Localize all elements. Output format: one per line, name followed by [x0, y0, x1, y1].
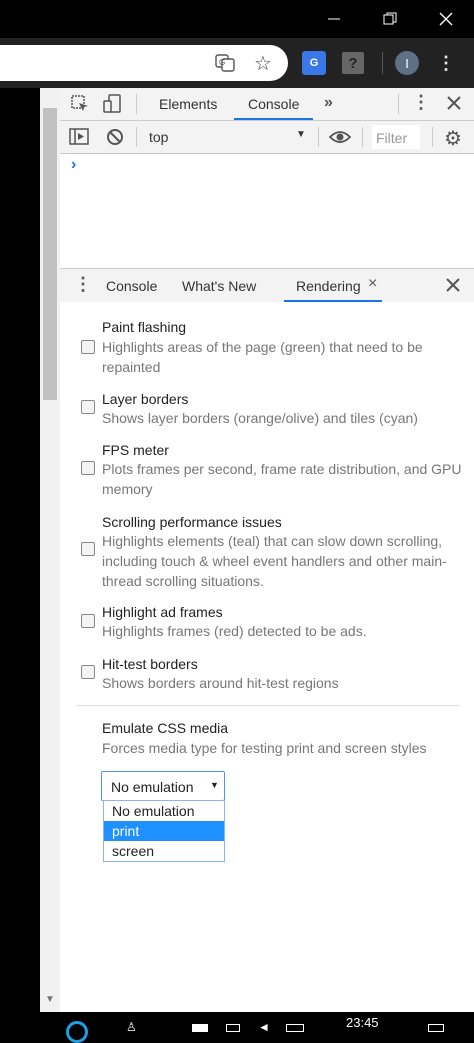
hit-test-borders-checkbox[interactable]: [81, 665, 95, 679]
drawer-tab-rendering[interactable]: Rendering ×: [284, 269, 382, 302]
option-title: Hit-test borders: [102, 656, 198, 672]
toolbar-divider: [318, 127, 319, 147]
console-prompt-icon: ›: [71, 156, 77, 173]
browser-menu-icon[interactable]: ⋮: [434, 51, 458, 75]
fps-meter-checkbox[interactable]: [81, 461, 95, 475]
option-description: Highlights areas of the page (green) tha…: [102, 339, 423, 375]
drawer-tab-console[interactable]: Console: [106, 278, 157, 294]
toolbar-divider: [432, 127, 433, 147]
devtools-menu-icon[interactable]: ⋮: [412, 92, 430, 113]
option-description: Shows layer borders (orange/olive) and t…: [102, 410, 418, 426]
option-title: Paint flashing: [102, 319, 187, 335]
windows-taskbar: ♙ ◄ 23:45: [0, 1012, 474, 1043]
scrollbar-thumb[interactable]: [43, 108, 57, 400]
devtools-tabbar: Elements Console » ⋮: [60, 88, 474, 121]
toolbar-divider: [382, 52, 383, 74]
show-sidebar-icon[interactable]: [69, 128, 89, 146]
drawer-tab-whats-new[interactable]: What's New: [182, 278, 256, 294]
layer-borders-checkbox[interactable]: [81, 400, 95, 414]
window-titlebar: [0, 0, 474, 38]
scroll-down-arrow-icon[interactable]: ▼: [43, 994, 57, 1008]
context-select-value: top: [149, 129, 169, 145]
emulate-media-dropdown: No emulation print screen: [103, 800, 225, 862]
more-tabs-icon[interactable]: »: [324, 94, 333, 112]
browser-taskbar-icon[interactable]: [66, 1021, 88, 1043]
option-title: FPS meter: [102, 442, 169, 458]
address-bar[interactable]: G ☆: [0, 45, 288, 81]
tabbar-divider: [136, 94, 137, 114]
inspect-element-icon[interactable]: [70, 94, 90, 114]
clear-console-icon[interactable]: [106, 128, 124, 146]
option-title: Highlight ad frames: [102, 604, 223, 620]
option-description: Shows borders around hit-test regions: [102, 675, 339, 691]
chevron-down-icon: ▼: [210, 780, 219, 790]
toolbar-divider: [136, 127, 137, 147]
option-title: Layer borders: [102, 391, 189, 407]
language-icon[interactable]: [286, 1024, 304, 1032]
device-toolbar-icon[interactable]: [102, 93, 124, 115]
tab-elements[interactable]: Elements: [159, 96, 217, 112]
console-toolbar: top ▼ Filter ⚙: [60, 121, 474, 154]
drawer-tab-rendering-label: Rendering: [296, 278, 361, 294]
dropdown-option-print[interactable]: print: [104, 821, 224, 841]
keyboard-icon[interactable]: [226, 1024, 240, 1032]
filter-placeholder: Filter: [376, 130, 408, 146]
help-extension-icon[interactable]: ?: [342, 52, 364, 74]
translate-extension-icon[interactable]: G: [302, 51, 326, 75]
bookmark-star-icon[interactable]: ☆: [250, 50, 276, 76]
scrolling-performance-checkbox[interactable]: [81, 542, 95, 556]
battery-icon[interactable]: [192, 1024, 208, 1032]
live-expression-eye-icon[interactable]: [328, 128, 352, 146]
close-drawer-icon[interactable]: [445, 277, 461, 293]
minimize-icon[interactable]: [306, 0, 362, 38]
drawer-menu-icon[interactable]: ⋮: [74, 274, 92, 295]
console-settings-gear-icon[interactable]: ⚙: [444, 126, 462, 151]
svg-text:G: G: [219, 58, 225, 67]
tab-console[interactable]: Console: [234, 88, 314, 120]
option-description: Highlights elements (teal) that can slow…: [102, 533, 447, 589]
highlight-ad-frames-checkbox[interactable]: [81, 614, 95, 628]
dropdown-option-screen[interactable]: screen: [104, 841, 224, 861]
option-description: Highlights frames (red) detected to be a…: [102, 623, 367, 639]
dropdown-option-no-emulation[interactable]: No emulation: [104, 801, 224, 821]
chevron-down-icon: ▼: [296, 129, 306, 140]
console-area[interactable]: ›: [60, 154, 474, 268]
emulate-media-select-value: No emulation: [111, 779, 194, 795]
translate-icon[interactable]: G: [212, 51, 238, 75]
close-devtools-icon[interactable]: [445, 94, 463, 112]
emulate-media-description: Forces media type for testing print and …: [102, 740, 427, 756]
drawer-tabbar: ⋮ Console What's New Rendering ×: [60, 268, 474, 303]
filter-input[interactable]: Filter: [372, 125, 420, 149]
context-select[interactable]: top ▼: [146, 121, 310, 152]
notifications-icon[interactable]: [428, 1024, 444, 1032]
profile-avatar[interactable]: I: [395, 51, 419, 75]
close-tab-icon[interactable]: ×: [368, 275, 377, 293]
emulate-media-select[interactable]: No emulation ▼: [101, 771, 225, 801]
section-divider: [76, 705, 460, 706]
paint-flashing-checkbox[interactable]: [81, 340, 95, 354]
restore-icon[interactable]: [362, 0, 418, 38]
close-icon[interactable]: [418, 0, 474, 38]
rendering-panel: Paint flashing Highlights areas of the p…: [60, 302, 474, 1012]
emulate-media-title: Emulate CSS media: [102, 720, 229, 736]
tabbar-divider: [398, 94, 399, 114]
toolbar-divider: [362, 127, 363, 147]
option-description: Plots frames per second, frame rate dist…: [102, 461, 462, 497]
taskbar-clock[interactable]: 23:45: [346, 1015, 379, 1030]
option-title: Scrolling performance issues: [102, 514, 282, 530]
